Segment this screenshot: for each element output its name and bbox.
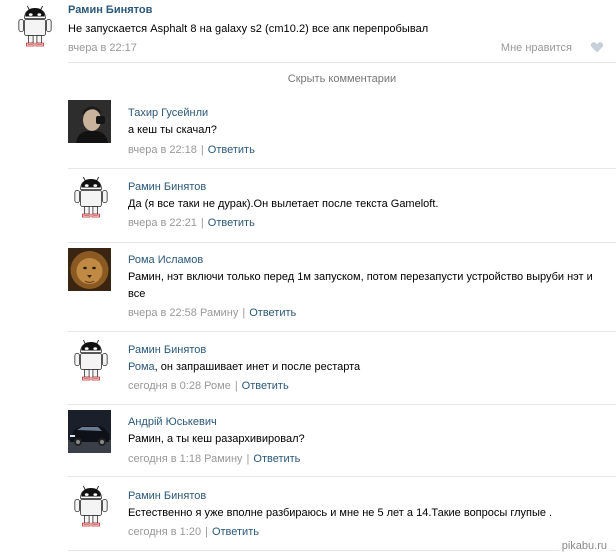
comment-meta: сегодня в 1:20 | Ответить (128, 526, 259, 538)
comment-meta: сегодня в 1:18 Рамину | Ответить (128, 453, 300, 465)
separator: | (234, 380, 238, 392)
comment-meta: вчера в 22:18 | Ответить (128, 144, 255, 156)
comment: Рамин Бинятов Да (я все таки не дурак).О… (68, 174, 616, 243)
wall-post: Рамин Бинятов Не запускается Asphalt 8 н… (0, 0, 616, 62)
reply-link[interactable]: Ответить (208, 144, 255, 156)
reply-link[interactable]: Ответить (249, 307, 296, 319)
comment-meta: вчера в 22:21 | Ответить (128, 217, 255, 229)
comment-text: Рамин, а ты кеш разархивировал? (128, 433, 305, 445)
comment-author[interactable]: Рамин Бинятов (128, 344, 206, 356)
comment-text: Естественно я уже вполне разбираюсь и мн… (128, 507, 553, 519)
watermark: pikabu.ru (558, 539, 610, 553)
comment-author[interactable]: Рамин Бинятов (128, 181, 206, 193)
comment-author[interactable]: Тахир Гусейнли (128, 107, 208, 119)
android-avatar-icon[interactable] (72, 483, 110, 529)
heart-icon[interactable] (590, 40, 604, 54)
reply-link[interactable]: Ответить (253, 453, 300, 465)
comment-date[interactable]: вчера в 22:18 (128, 144, 197, 156)
comment: Рамин Бинятов Рома, он запрашивает инет … (68, 337, 616, 405)
comment-date[interactable]: сегодня в 0:28 (128, 380, 201, 392)
divider (68, 476, 616, 477)
post-date[interactable]: вчера в 22:17 (68, 42, 137, 54)
separator: | (246, 453, 250, 465)
android-avatar-icon[interactable] (72, 337, 110, 383)
avatar[interactable] (68, 410, 111, 453)
comment-author[interactable]: Рамин Бинятов (128, 490, 206, 502)
mention-link[interactable]: Рома (128, 361, 155, 373)
divider (68, 331, 616, 332)
reply-link[interactable]: Ответить (212, 526, 259, 538)
lion-avatar-icon (68, 248, 111, 291)
comment-date[interactable]: сегодня в 1:18 (128, 453, 201, 465)
avatar[interactable] (68, 100, 111, 143)
comment-author[interactable]: Рома Исламов (128, 254, 203, 266)
reply-to[interactable]: Роме (204, 380, 231, 392)
comment-text: Рамин, нэт включи только перед 1м запуск… (128, 271, 593, 300)
reply-to[interactable]: Рамину (200, 307, 238, 319)
hide-comments-bar: Скрыть комментарии (68, 62, 616, 98)
reply-link[interactable]: Ответить (242, 380, 289, 392)
comment-text: а кеш ты скачал? (128, 124, 217, 136)
comment-meta: вчера в 22:58 Рамину | Ответить (128, 307, 296, 319)
divider (68, 242, 616, 243)
android-avatar-icon[interactable] (16, 3, 54, 49)
post-text: Не запускается Asphalt 8 на galaxy s2 (c… (68, 23, 429, 35)
reply-to[interactable]: Рамину (204, 453, 242, 465)
post-author[interactable]: Рамин Бинятов (68, 4, 152, 16)
comment-date[interactable]: сегодня в 1:20 (128, 526, 201, 538)
comment: Тахир Гусейнли а кеш ты скачал? вчера в … (68, 100, 616, 169)
comment: Рамин Бинятов Естественно я уже вполне р… (68, 483, 616, 553)
reply-link[interactable]: Ответить (208, 217, 255, 229)
comment-meta: сегодня в 0:28 Роме | Ответить (128, 380, 289, 392)
like-label[interactable]: Мне нравится (501, 42, 572, 54)
avatar-photo-icon (68, 100, 111, 143)
comment-date[interactable]: вчера в 22:21 (128, 217, 197, 229)
separator: | (242, 307, 246, 319)
comment-date[interactable]: вчера в 22:58 (128, 307, 197, 319)
comment-text-body: , он запрашивает инет и после рестарта (154, 361, 361, 373)
comment-author[interactable]: Андрій Юськевич (128, 416, 217, 428)
divider (68, 168, 616, 169)
divider (68, 550, 616, 551)
comment-text: Рома, он запрашивает инет и после рестар… (128, 359, 608, 376)
comment: Рома Исламов Рамин, нэт включи только пе… (68, 248, 616, 332)
avatar[interactable] (68, 248, 111, 291)
separator: | (200, 144, 204, 156)
comment-text: Да (я все таки не дурак).Он вылетает пос… (128, 198, 439, 210)
separator: | (205, 526, 208, 538)
comment: Андрій Юськевич Рамин, а ты кеш разархив… (68, 410, 616, 477)
separator: | (200, 217, 204, 229)
android-avatar-icon[interactable] (72, 174, 110, 220)
divider (68, 404, 616, 405)
car-avatar-icon (68, 410, 111, 453)
hide-comments-link[interactable]: Скрыть комментарии (288, 73, 396, 85)
